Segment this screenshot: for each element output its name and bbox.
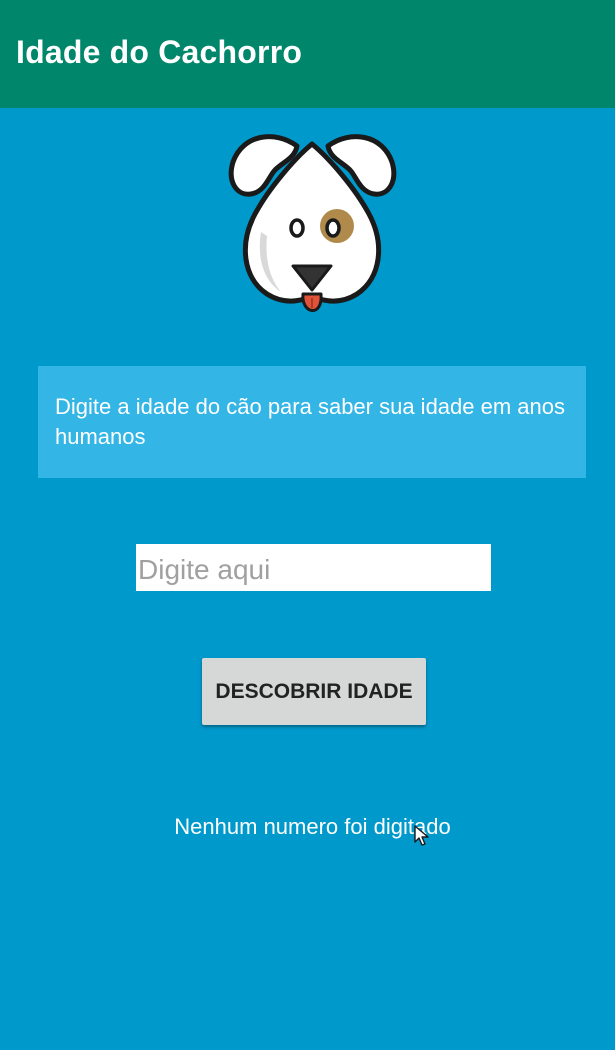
discover-age-button[interactable]: DESCOBRIR IDADE xyxy=(202,658,426,725)
dog-age-input[interactable] xyxy=(136,544,491,591)
mouse-cursor-icon xyxy=(414,825,429,846)
dog-face-icon xyxy=(228,134,397,312)
main-content: Digite a idade do cão para saber sua ida… xyxy=(0,108,615,1050)
instruction-text: Digite a idade do cão para saber sua ida… xyxy=(55,394,566,449)
app-bar: Idade do Cachorro xyxy=(0,0,615,108)
app-title: Idade do Cachorro xyxy=(16,34,303,70)
result-text: Nenhum numero foi digitado xyxy=(174,814,451,839)
instruction-box: Digite a idade do cão para saber sua ida… xyxy=(38,366,586,478)
